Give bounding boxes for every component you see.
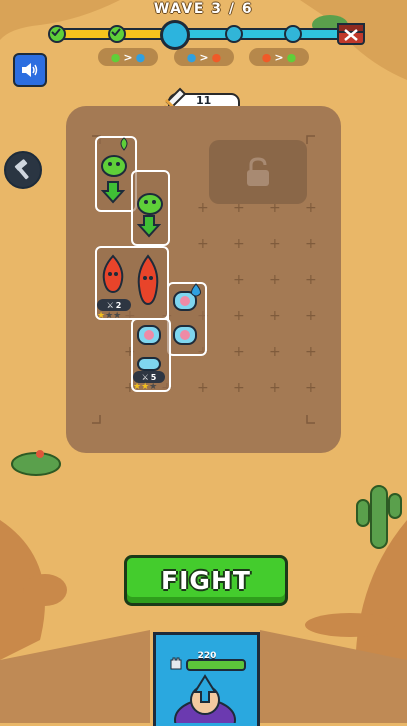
water-level-value: 5 <box>150 372 157 382</box>
matchup-fire-leaf: ● > ● <box>249 48 309 66</box>
svg-text:+: + <box>305 236 317 252</box>
castle-icon <box>170 657 182 670</box>
svg-text:+: + <box>269 308 281 324</box>
svg-text:+: + <box>233 272 245 288</box>
water-stars: ★★★ <box>133 382 158 392</box>
sword-small-icon: ⚔ <box>106 300 114 310</box>
svg-text:+: + <box>233 380 245 396</box>
svg-text:+: + <box>269 272 281 288</box>
check-icon <box>111 28 121 36</box>
svg-text:+: + <box>305 380 317 396</box>
fire-monster-icon <box>102 254 124 294</box>
fire-monster-icon <box>137 254 159 306</box>
hammer-icon <box>14 159 29 180</box>
matchup-leaf-water: ● > ● <box>98 48 158 66</box>
water-monster-icon <box>137 357 161 371</box>
fire-level-value: 2 <box>115 300 122 310</box>
svg-text:+: + <box>305 272 317 288</box>
leaf-icon: ● <box>110 50 121 64</box>
lock-icon <box>247 157 269 186</box>
speaker-icon <box>22 63 38 77</box>
matchup-separator: > <box>123 50 133 64</box>
water-monster-icon <box>137 325 161 345</box>
merge-arrow-icon <box>101 181 125 204</box>
hero-wizard-icon <box>174 674 236 723</box>
svg-text:+: + <box>197 380 209 396</box>
leaf-icon <box>120 137 128 151</box>
wave-title: WAVE 3 / 6 <box>153 1 254 17</box>
matchup-water-fire: ● > ● <box>174 48 234 66</box>
svg-text:+: + <box>305 344 317 360</box>
water-icon: ● <box>186 50 197 64</box>
locked-slot[interactable] <box>209 140 307 204</box>
svg-text:+: + <box>233 308 245 324</box>
check-icon <box>51 28 61 36</box>
svg-text:+: + <box>197 236 209 252</box>
wave-node-5 <box>284 25 302 43</box>
fire-icon: ● <box>261 50 272 64</box>
cactus-icon <box>356 485 402 549</box>
fire-level-badge: ⚔ 2 <box>97 299 131 311</box>
svg-text:+: + <box>269 380 281 396</box>
water-icon: ● <box>135 50 146 64</box>
svg-text:+: + <box>233 344 245 360</box>
fight-button[interactable]: FIGHT <box>124 555 288 606</box>
svg-text:+: + <box>305 200 317 216</box>
leaf-monster-icon <box>101 155 127 177</box>
svg-text:+: + <box>305 308 317 324</box>
fire-stars: ★★★ <box>97 311 122 321</box>
hammer-button[interactable] <box>4 151 42 189</box>
wave-node-4 <box>225 25 243 43</box>
water-icon <box>191 283 201 297</box>
sword-small-icon: ⚔ <box>141 372 149 382</box>
svg-text:+: + <box>233 236 245 252</box>
svg-text:+: + <box>269 236 281 252</box>
sound-toggle-button[interactable] <box>13 53 47 87</box>
boss-chest-icon <box>337 23 365 45</box>
matchup-separator: > <box>274 50 284 64</box>
leaf-monster-icon <box>137 193 163 215</box>
hero-hp-value: 220 <box>197 651 217 661</box>
fire-icon: ● <box>211 50 222 64</box>
matchup-separator: > <box>199 50 209 64</box>
svg-text:+: + <box>269 344 281 360</box>
leaf-icon: ● <box>286 50 297 64</box>
wave-node-current <box>160 20 190 50</box>
merge-arrow-icon <box>137 215 161 238</box>
water-monster-icon <box>173 325 197 345</box>
svg-text:+: + <box>197 200 209 216</box>
cactus-bush-icon <box>11 450 61 476</box>
